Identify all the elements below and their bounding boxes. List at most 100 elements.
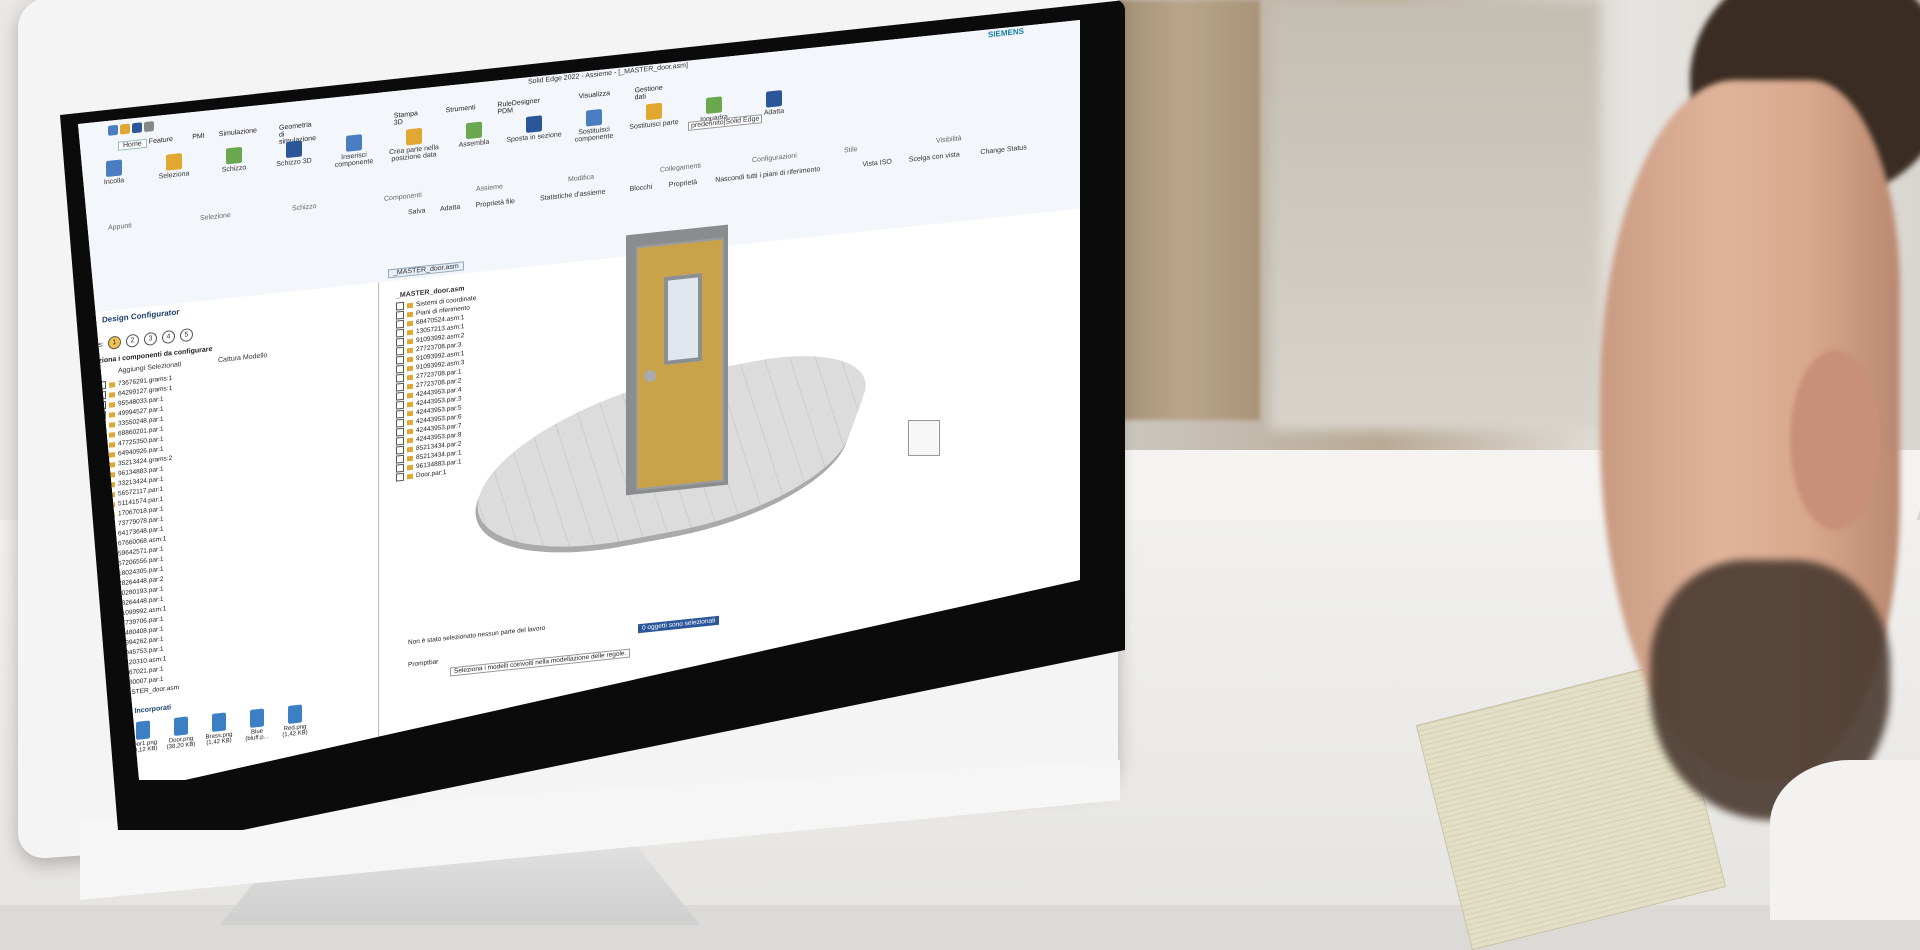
ribbon-tab[interactable]: Stampa 3D (394, 110, 418, 127)
checkbox[interactable] (396, 346, 404, 356)
ribbon-tab[interactable]: Feature (149, 136, 173, 146)
part-icon (407, 338, 413, 344)
checkbox[interactable] (396, 355, 404, 365)
ribbon-tab[interactable]: PMI (192, 133, 204, 141)
checkbox[interactable] (396, 310, 404, 320)
checkbox[interactable] (396, 382, 404, 392)
item-label: Door.par:1 (416, 469, 447, 480)
quick-command[interactable]: Blocchi (630, 184, 653, 193)
embedded-file[interactable]: Brass.png (1,42 KB) (202, 711, 236, 747)
checkbox[interactable] (396, 337, 404, 347)
save-icon[interactable] (132, 122, 142, 134)
part-icon (109, 391, 115, 398)
quick-command[interactable]: Vista ISO (862, 158, 891, 168)
ribbon-command[interactable]: Assembla (446, 119, 502, 150)
part-icon (407, 329, 413, 335)
ribbon-tab[interactable]: Strumenti (446, 104, 476, 114)
checkbox[interactable] (396, 472, 404, 482)
part-icon (407, 365, 413, 371)
checkbox[interactable] (396, 427, 404, 437)
command-label: Seleziona (158, 170, 190, 181)
command-label: Assembla (458, 138, 490, 149)
quick-command[interactable]: Statistiche d'assieme (540, 189, 606, 203)
step-indicator[interactable]: 2 (126, 333, 139, 348)
checkbox[interactable] (396, 328, 404, 338)
checkbox[interactable] (396, 463, 404, 473)
ribbon-group-label: Configurazioni (752, 152, 797, 165)
capture-model-button[interactable]: Cattura Modello (218, 352, 267, 364)
ribbon-group-label: Selezione (200, 211, 231, 223)
quick-command[interactable]: Proprietà file (476, 198, 515, 209)
command-label: Sostituisci componente (574, 126, 614, 144)
quick-command[interactable]: Adatta (440, 204, 460, 213)
part-icon (407, 401, 413, 407)
ribbon-tab[interactable]: Simulazione (219, 127, 257, 138)
command-icon (166, 153, 182, 171)
part-icon (407, 374, 413, 380)
ribbon-group-label: Schizzo (292, 202, 317, 213)
command-icon (106, 159, 122, 178)
step-indicator[interactable]: 3 (144, 331, 157, 347)
open-icon[interactable] (120, 123, 130, 135)
checkbox[interactable] (396, 364, 404, 374)
checkbox[interactable] (396, 400, 404, 410)
view-cube-icon[interactable] (908, 420, 940, 456)
checkbox[interactable] (396, 454, 404, 464)
ribbon-command[interactable]: Crea parte nella posizione data (386, 126, 442, 164)
quick-command[interactable]: Proprietà (669, 179, 697, 189)
ribbon-command[interactable]: Seleziona (146, 151, 202, 182)
part-icon (407, 383, 413, 389)
quick-command[interactable]: Scelga con vista (909, 151, 960, 163)
embedded-file[interactable]: Red.png (1,42 KB) (278, 703, 312, 739)
command-icon (406, 127, 422, 146)
part-icon (109, 421, 115, 428)
quick-command[interactable]: Change Status (980, 144, 1026, 156)
part-icon (407, 410, 413, 416)
part-icon (109, 461, 115, 468)
ribbon-command[interactable]: Schizzo 3D (266, 138, 322, 169)
step-indicator[interactable]: 4 (162, 329, 175, 345)
checkbox[interactable] (396, 409, 404, 419)
ribbon-group-label: Componenti (384, 191, 422, 203)
checkbox[interactable] (396, 301, 404, 311)
step-indicator[interactable]: 1 (108, 335, 121, 350)
ribbon-command[interactable]: Inserisci componente (326, 132, 382, 170)
checkbox[interactable] (396, 391, 404, 401)
ribbon-command[interactable]: Incolla (86, 157, 142, 188)
checkbox[interactable] (396, 445, 404, 455)
command-label: Inserisci componente (334, 151, 374, 170)
checkbox[interactable] (396, 436, 404, 446)
part-icon (407, 347, 413, 353)
person-ear (1790, 350, 1880, 530)
embedded-file[interactable]: Door.png (38,20 KB) (164, 715, 198, 751)
checkbox[interactable] (396, 418, 404, 428)
part-icon (109, 411, 115, 418)
undo-icon[interactable] (144, 121, 154, 133)
file-icon (136, 720, 150, 740)
wooden-cabinet (1110, 0, 1260, 420)
part-icon (407, 464, 413, 470)
embedded-file[interactable]: Blue (bluff.p... (240, 707, 274, 743)
panel-title: Design Configurator (102, 307, 180, 325)
ribbon-tab[interactable]: RuleDesigner PDM (497, 97, 539, 115)
ribbon-command[interactable]: Sposta in sezione (506, 113, 562, 144)
quick-command[interactable]: Salva (408, 207, 426, 216)
part-icon (407, 428, 413, 434)
ribbon-tab[interactable]: Visualizza (579, 90, 610, 100)
ribbon-tab[interactable]: Gestione dati (635, 85, 663, 102)
quick-access-toolbar[interactable] (108, 118, 156, 141)
command-icon (706, 96, 722, 114)
new-icon[interactable] (108, 124, 118, 136)
checkbox[interactable] (396, 373, 404, 383)
ribbon-group-label: Assieme (476, 183, 503, 194)
checkbox[interactable] (396, 319, 404, 329)
part-icon (407, 356, 413, 362)
quick-command[interactable]: Nascondi tutti i piani di riferimento (715, 166, 820, 184)
ribbon-command[interactable]: Schizzo (206, 145, 262, 176)
ribbon-command[interactable]: Sostituisci componente (566, 107, 622, 145)
ribbon-tab[interactable]: Home (118, 138, 147, 151)
ribbon-command[interactable]: Sostituisci parte (626, 101, 682, 132)
add-selected-button[interactable]: Aggiungi Selezionati (118, 361, 181, 375)
section-title: Seleziona i componenti da configurare (84, 345, 213, 367)
step-indicator[interactable]: 5 (180, 327, 193, 343)
